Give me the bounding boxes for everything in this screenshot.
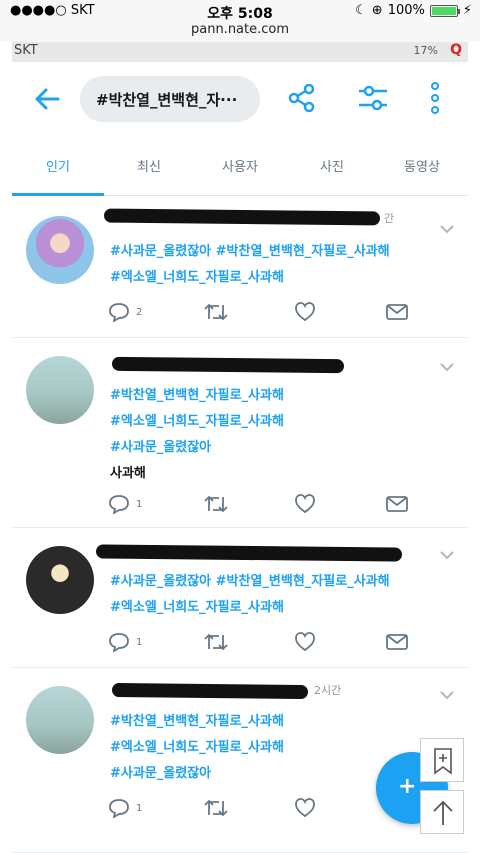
arrow-up-icon (433, 800, 453, 825)
tab-latest[interactable]: 최신 (109, 156, 189, 175)
avatar[interactable] (26, 356, 94, 424)
envelope-icon (386, 634, 408, 650)
tab-popular[interactable]: 인기 (18, 156, 98, 175)
avatar[interactable] (26, 686, 94, 754)
tweet-text-line: #사과문_올렸잖아 #박찬열_변백현_자필로_사과해 (110, 244, 390, 259)
back-arrow-icon[interactable] (34, 86, 60, 112)
compose-icon: + (398, 774, 417, 799)
reply-button[interactable]: 2 (108, 300, 142, 324)
tweet-text-line: 사과해 (110, 466, 146, 481)
tweet-card[interactable]: #박찬열_변백현_자필로_사과해 #엑소엘_너희도_자필로_사과해 #사과문_올… (12, 340, 468, 528)
retweet-button[interactable] (204, 630, 228, 654)
tweet-actions: 1 (108, 630, 428, 654)
chevron-down-icon[interactable] (440, 690, 454, 700)
tweet-text-line: #사과문_올렸잖아 (110, 766, 212, 781)
heart-icon (295, 302, 315, 322)
chevron-down-icon[interactable] (440, 224, 454, 234)
retweet-icon (204, 303, 228, 321)
tweet-time: 2시간 (314, 684, 342, 697)
reply-count: 1 (136, 636, 143, 648)
tweet-time: 간 (384, 212, 395, 225)
share-icon[interactable] (288, 84, 316, 112)
battery-percent: 100% (387, 3, 425, 18)
reply-icon (109, 495, 129, 514)
retweet-icon (204, 495, 228, 513)
search-icon[interactable]: Q (450, 42, 462, 58)
scroll-top-button[interactable] (420, 790, 464, 834)
redacted-username (95, 544, 403, 562)
tweet-text-line: #박찬열_변백현_자필로_사과해 (110, 714, 284, 729)
android-status-bar: SKT 17% Q (12, 42, 468, 62)
reply-count: 1 (136, 802, 143, 814)
tweet-text-line: #엑소엘_너희도_자필로_사과해 (110, 740, 284, 755)
reply-button[interactable]: 1 (108, 492, 142, 516)
redacted-username (103, 208, 381, 226)
filter-icon[interactable] (358, 84, 388, 112)
tweet-text-line: #엑소엘_너희도_자필로_사과해 (110, 414, 284, 429)
envelope-icon (386, 304, 408, 320)
bookmark-icon (434, 748, 452, 775)
active-tab-indicator (12, 193, 104, 196)
like-button[interactable] (294, 796, 316, 820)
status-right: ☾ ⊕ 100% ⚡ (355, 3, 472, 18)
android-status-right: 17% (413, 44, 438, 57)
tab-photos[interactable]: 사진 (292, 156, 372, 175)
reply-icon (109, 303, 129, 322)
search-tabs: 인기 최신 사용자 사진 동영상 (12, 148, 468, 196)
battery-icon (429, 4, 460, 17)
tweet-text-line: #사과문_올렸잖아 (110, 440, 212, 455)
tweet-text-line: #엑소엘_너희도_자필로_사과해 (110, 270, 284, 285)
tweet-card[interactable]: #사과문_올렸잖아 #박찬열_변백현_자필로_사과해 #엑소엘_너희도_자필로_… (12, 530, 468, 668)
chevron-down-icon[interactable] (440, 550, 454, 560)
tweet-actions: 2 (108, 300, 428, 324)
retweet-icon (204, 633, 228, 651)
reply-button[interactable]: 1 (108, 630, 142, 654)
heart-icon (295, 632, 315, 652)
tweet-card[interactable]: 간 #사과문_올렸잖아 #박찬열_변백현_자필로_사과해 #엑소엘_너희도_자필… (12, 200, 468, 338)
reply-icon (109, 633, 129, 652)
retweet-button[interactable] (204, 492, 228, 516)
rotation-lock-icon: ⊕ (371, 3, 383, 18)
ios-status-bar: ●●●●○ SKT 오후 5:08 ☾ ⊕ 100% ⚡ (0, 0, 480, 24)
dm-button[interactable] (386, 630, 408, 654)
tab-videos[interactable]: 동영상 (382, 156, 462, 175)
url-bar[interactable]: pann.nate.com (0, 22, 480, 42)
redacted-username (111, 356, 345, 374)
like-button[interactable] (294, 630, 316, 654)
search-input[interactable]: #박찬열_변백현_자··· (80, 76, 260, 122)
dm-button[interactable] (386, 300, 408, 324)
reply-count: 2 (136, 306, 143, 318)
heart-icon (295, 798, 315, 818)
charging-icon: ⚡ (462, 3, 472, 18)
redacted-username (111, 682, 309, 700)
tweet-text-line: #박찬열_변백현_자필로_사과해 (110, 388, 284, 403)
reply-count: 1 (136, 498, 143, 510)
like-button[interactable] (294, 300, 316, 324)
envelope-icon (386, 496, 408, 512)
more-options-icon[interactable] (430, 82, 440, 114)
tweet-text-line: #엑소엘_너희도_자필로_사과해 (110, 600, 284, 615)
chevron-down-icon[interactable] (440, 362, 454, 372)
reply-icon (109, 799, 129, 818)
heart-icon (295, 494, 315, 514)
moon-icon: ☾ (355, 3, 367, 18)
tab-users[interactable]: 사용자 (200, 156, 280, 175)
tweet-text-line: #사과문_올렸잖아 #박찬열_변백현_자필로_사과해 (110, 574, 390, 589)
avatar[interactable] (26, 216, 94, 284)
like-button[interactable] (294, 492, 316, 516)
tweet-actions: 1 (108, 492, 428, 516)
retweet-button[interactable] (204, 300, 228, 324)
reply-button[interactable]: 1 (108, 796, 142, 820)
retweet-button[interactable] (204, 796, 228, 820)
bookmark-button[interactable] (420, 738, 464, 782)
avatar[interactable] (26, 546, 94, 614)
android-carrier: SKT (14, 43, 38, 58)
retweet-icon (204, 799, 228, 817)
search-header: #박찬열_변백현_자··· (12, 62, 468, 148)
dm-button[interactable] (386, 492, 408, 516)
